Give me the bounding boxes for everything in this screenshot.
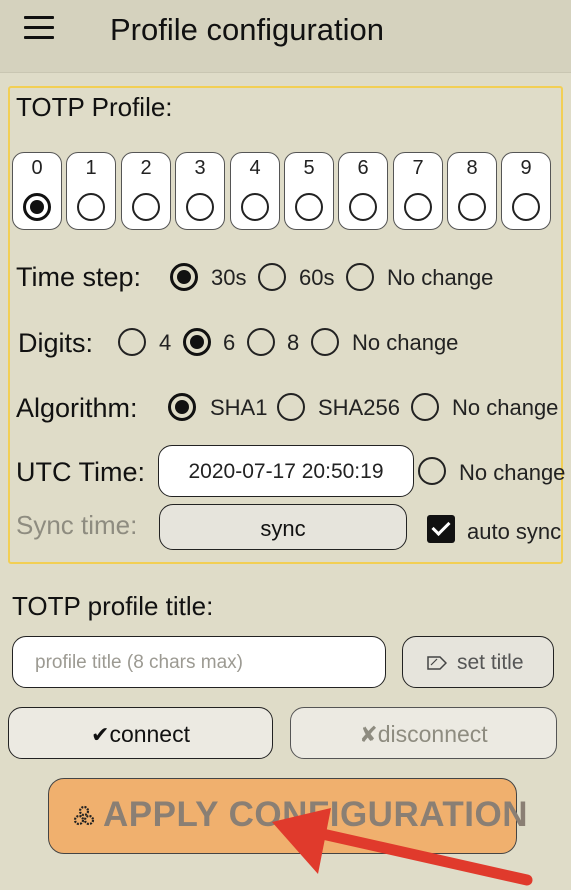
annotation-arrow xyxy=(272,808,533,886)
